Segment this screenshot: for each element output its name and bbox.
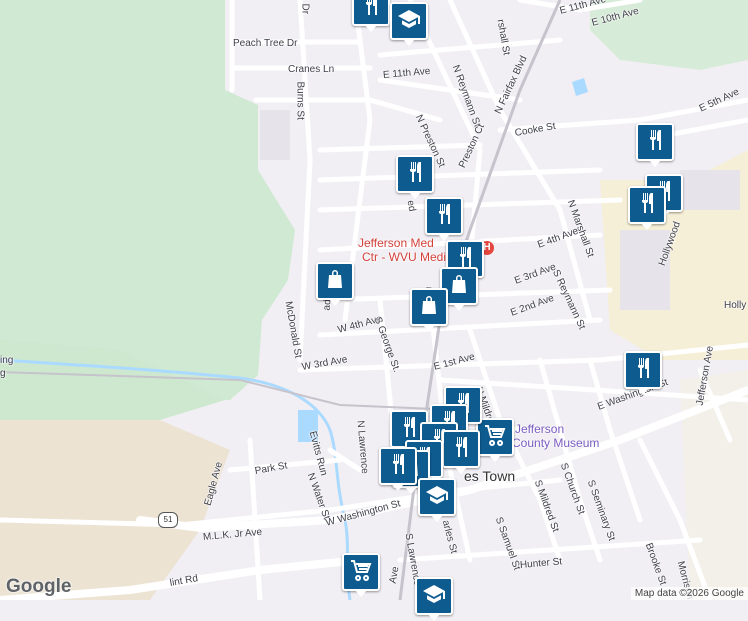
shopping-marker-3[interactable]	[410, 288, 448, 332]
town-label: es Town	[464, 468, 516, 484]
restaurant-icon	[386, 452, 410, 481]
school-marker-1[interactable]	[390, 2, 428, 46]
school-icon	[422, 582, 446, 611]
hospital-label-line2: Ctr - WVU Medi	[362, 250, 446, 264]
google-logo[interactable]: Google	[6, 576, 71, 598]
hospital-label-line1: Jefferson Med	[358, 236, 434, 250]
restaurant-icon	[635, 191, 659, 220]
restaurant-icon	[643, 128, 667, 157]
restaurant-icon	[631, 356, 655, 385]
street-label-hollywood-right: Holly	[724, 300, 747, 311]
restaurant-marker-3[interactable]	[425, 197, 463, 241]
restaurant-marker-cluster-d[interactable]	[442, 430, 480, 474]
restaurant-marker-8[interactable]	[624, 351, 662, 395]
restaurant-icon	[449, 435, 473, 464]
map-attribution: Map data ©2026 Google	[630, 587, 748, 600]
golf-label-2: g	[0, 368, 6, 379]
restaurant-marker-cluster-f[interactable]	[379, 447, 417, 491]
restaurant-marker-5[interactable]	[636, 123, 674, 167]
shopping-marker-1[interactable]	[316, 262, 354, 306]
restaurant-marker-7[interactable]	[628, 186, 666, 230]
grocery-marker-2[interactable]	[342, 553, 380, 597]
school-marker-2[interactable]	[418, 478, 456, 522]
street-label-peach-tree: Peach Tree Dr	[233, 38, 298, 49]
shopping-bag-icon	[417, 293, 441, 322]
grocery-cart-icon	[349, 558, 373, 587]
grocery-cart-icon	[483, 423, 507, 452]
school-icon	[425, 483, 449, 512]
street-label-cranes: Cranes Ln	[288, 64, 335, 75]
route-shield: 51	[158, 512, 178, 528]
restaurant-marker-2[interactable]	[396, 155, 434, 199]
restaurant-icon	[359, 0, 383, 22]
shopping-bag-icon	[323, 267, 347, 296]
street-label-dr: Dr	[299, 3, 311, 15]
street-label-burns: Burns St	[294, 81, 306, 120]
shopping-bag-icon	[447, 272, 471, 301]
restaurant-icon	[403, 160, 427, 189]
restaurant-icon	[432, 202, 456, 231]
golf-label-1: ing	[0, 355, 14, 366]
museum-label-line2: County Museum	[512, 436, 600, 450]
school-icon	[397, 7, 421, 36]
museum-label-line1: Jefferson	[515, 422, 565, 436]
restaurant-marker-1[interactable]	[352, 0, 390, 32]
street-label-ed: ed	[404, 199, 418, 213]
school-marker-3[interactable]	[415, 577, 453, 621]
grocery-marker-1[interactable]	[476, 418, 514, 462]
